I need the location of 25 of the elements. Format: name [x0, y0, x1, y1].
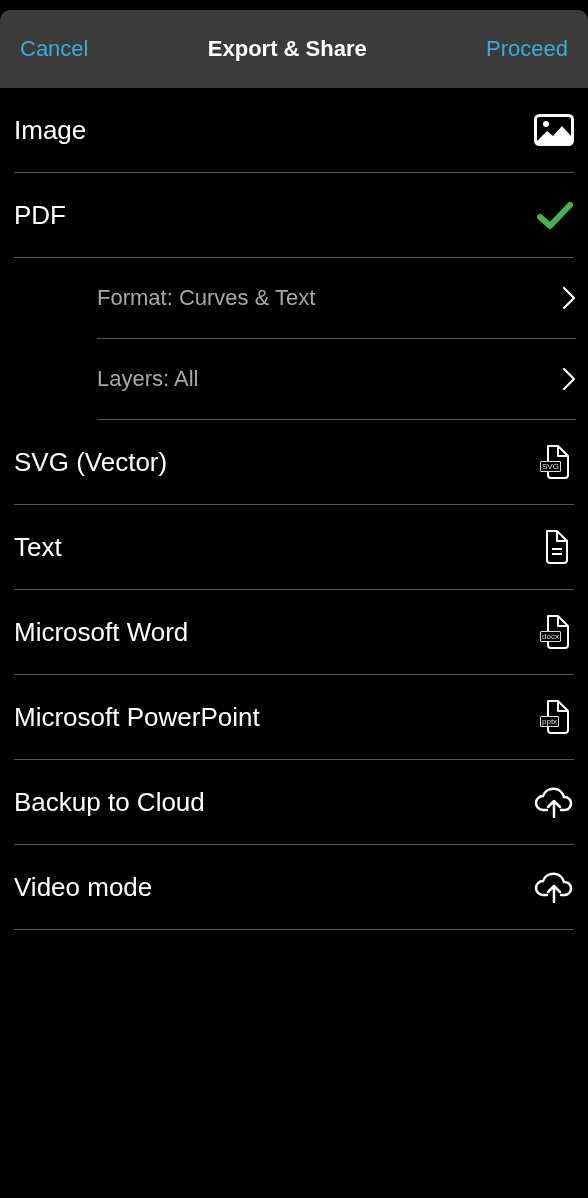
export-option[interactable]: Microsoft Word docx	[14, 590, 574, 675]
export-option[interactable]: PDF	[14, 173, 574, 258]
export-option[interactable]: Text	[14, 505, 574, 590]
proceed-button[interactable]: Proceed	[486, 36, 568, 62]
cancel-button[interactable]: Cancel	[20, 36, 89, 62]
option-label: Microsoft Word	[14, 616, 189, 648]
option-label: SVG (Vector)	[14, 446, 168, 478]
option-label: Video mode	[14, 871, 153, 903]
export-option[interactable]: Backup to Cloud	[14, 760, 574, 845]
option-label: Microsoft PowerPoint	[14, 701, 260, 733]
setting-row[interactable]: Layers: All	[97, 339, 576, 420]
option-label: Image	[14, 114, 87, 146]
setting-label: Layers: All	[97, 366, 199, 392]
chevron-right-icon	[562, 286, 576, 310]
export-option[interactable]: Video mode	[14, 845, 574, 930]
option-label: Backup to Cloud	[14, 786, 205, 818]
export-option[interactable]: Microsoft PowerPoint pptx	[14, 675, 574, 760]
option-label: Text	[14, 531, 62, 563]
screen-title: Export & Share	[207, 36, 367, 62]
option-label: PDF	[14, 199, 66, 231]
setting-row[interactable]: Format: Curves & Text	[97, 258, 576, 339]
export-option[interactable]: SVG (Vector) SVG	[14, 420, 574, 505]
export-option[interactable]: Image	[14, 88, 574, 173]
setting-label: Format: Curves & Text	[97, 285, 316, 311]
chevron-right-icon	[562, 367, 576, 391]
